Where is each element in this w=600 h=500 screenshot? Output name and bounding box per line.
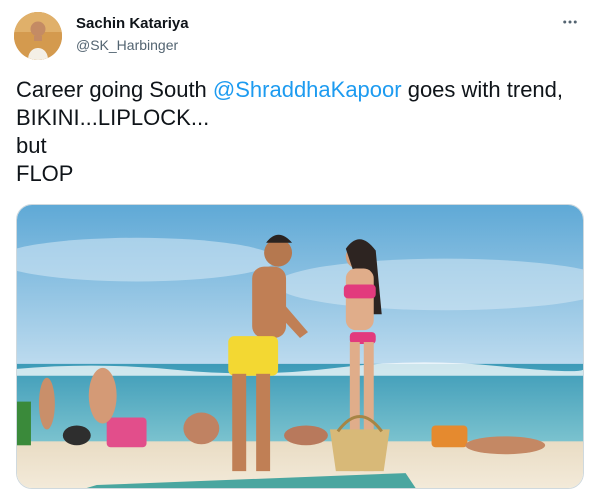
author-display-name[interactable]: Sachin Katariya — [76, 14, 189, 34]
tweet-card[interactable]: Sachin Katariya @SK_Harbinger Career goi… — [0, 0, 600, 500]
more-icon — [563, 20, 577, 24]
tweet-text-start: Career going South — [16, 77, 213, 102]
tweet-photo[interactable] — [16, 204, 584, 489]
tweet-text: Career going South @ShraddhaKapoor goes … — [16, 76, 576, 188]
author-handle[interactable]: @SK_Harbinger — [76, 36, 189, 55]
author-info[interactable]: Sachin Katariya @SK_Harbinger — [76, 14, 189, 55]
more-options-button[interactable] — [558, 10, 582, 34]
avatar[interactable] — [14, 12, 62, 60]
mention-link[interactable]: @ShraddhaKapoor — [213, 77, 402, 102]
avatar-image — [14, 12, 62, 60]
beach-photo — [17, 205, 583, 488]
